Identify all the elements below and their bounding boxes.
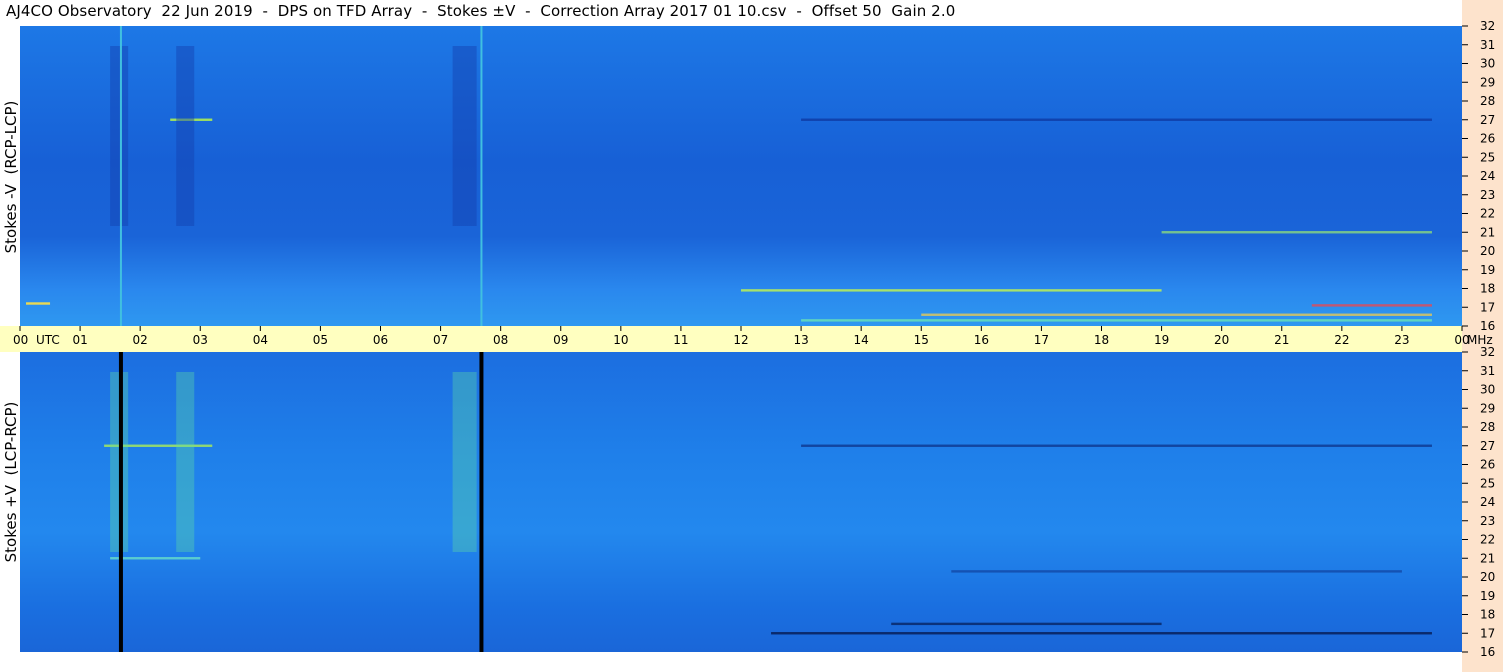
y-tick-label: 26 [1480,132,1495,146]
y-tick-label: 18 [1480,608,1495,622]
y-tick-label: 23 [1480,514,1495,528]
emission-band [801,444,1432,447]
burst-column [176,46,195,226]
x-tick-label: 09 [553,333,568,347]
y-tick-label: 31 [1480,38,1495,52]
emission-band [110,557,201,560]
burst-column [176,372,195,552]
y-tick-label: 30 [1480,383,1495,397]
y-tick-label: 23 [1480,188,1495,202]
x-tick-label: 16 [974,333,989,347]
vertical-marker-line [118,352,123,652]
y-tick-label: 26 [1480,458,1495,472]
y-tick-label: 20 [1480,244,1495,258]
y-tick-label: 25 [1480,150,1495,164]
x-tick-label: 04 [253,333,268,347]
utc-label: UTC [36,333,60,347]
x-tick-label: 01 [72,333,87,347]
burst-column [452,372,477,552]
emission-band [951,570,1402,573]
x-tick-label: 02 [133,333,148,347]
y-tick-label: 27 [1480,439,1495,453]
burst-column [110,46,129,226]
y-tick-label: 32 [1480,19,1495,33]
x-tick-label: 07 [433,333,448,347]
x-tick-label: 06 [373,333,388,347]
x-tick-label: 23 [1394,333,1409,347]
vertical-marker-line [480,26,483,326]
x-tick-label: 17 [1034,333,1049,347]
y-tick-label: 28 [1480,94,1495,108]
x-tick-label: 03 [193,333,208,347]
y-tick-label: 17 [1480,300,1495,314]
x-tick-label: 12 [733,333,748,347]
y-tick-label: 24 [1480,169,1495,183]
x-tick-label: 21 [1274,333,1289,347]
emission-band [801,319,1432,322]
x-tick-label: 08 [493,333,508,347]
y-tick-label: 18 [1480,282,1495,296]
y-tick-label: 21 [1480,551,1495,565]
y-tick-label: 27 [1480,113,1495,127]
emission-band [921,313,1432,316]
x-axis-band [0,326,1462,352]
y-tick-label: 28 [1480,420,1495,434]
y-tick-label: 30 [1480,57,1495,71]
bottom-panel-background [20,352,1462,652]
emission-band [1161,231,1432,234]
y-tick-label: 24 [1480,495,1495,509]
y-tick-label: 19 [1480,263,1495,277]
y-tick-label: 16 [1480,645,1495,659]
x-tick-label: 05 [313,333,328,347]
x-tick-label: 15 [914,333,929,347]
burst-column [452,46,477,226]
y-tick-label: 21 [1480,225,1495,239]
x-tick-label: 11 [673,333,688,347]
y-tick-label: 20 [1480,570,1495,584]
y-tick-label: 32 [1480,345,1495,359]
y-tick-label: 22 [1480,207,1495,221]
emission-band [771,632,1432,635]
x-tick-label: 20 [1214,333,1229,347]
vertical-marker-line [119,26,122,326]
x-tick-label: 10 [613,333,628,347]
x-tick-label: 13 [793,333,808,347]
x-tick-label: 14 [854,333,869,347]
emission-band [26,302,51,305]
y-tick-label: 17 [1480,626,1495,640]
vertical-marker-line [479,352,484,652]
y-tick-label: 25 [1480,476,1495,490]
emission-band [1311,304,1432,307]
y-tick-label: 31 [1480,364,1495,378]
y-tick-label: 16 [1480,319,1495,333]
y-tick-label: 29 [1480,401,1495,415]
x-tick-label: 18 [1094,333,1109,347]
spectrogram-chart: 00 01 02 03 04 05 06 07 08 09 10 11 12 13 14 15 16 17 18 19… [0,19,1495,659]
emission-band [741,289,1162,292]
y-tick-label: 29 [1480,75,1495,89]
emission-band [891,622,1162,626]
y-tick-label: 22 [1480,533,1495,547]
x-tick-label: 22 [1334,333,1349,347]
y-tick-label: 19 [1480,589,1495,603]
top-panel-background [20,26,1462,326]
emission-band [801,118,1432,121]
x-tick-label: 00 [13,333,28,347]
x-tick-label: 19 [1154,333,1169,347]
